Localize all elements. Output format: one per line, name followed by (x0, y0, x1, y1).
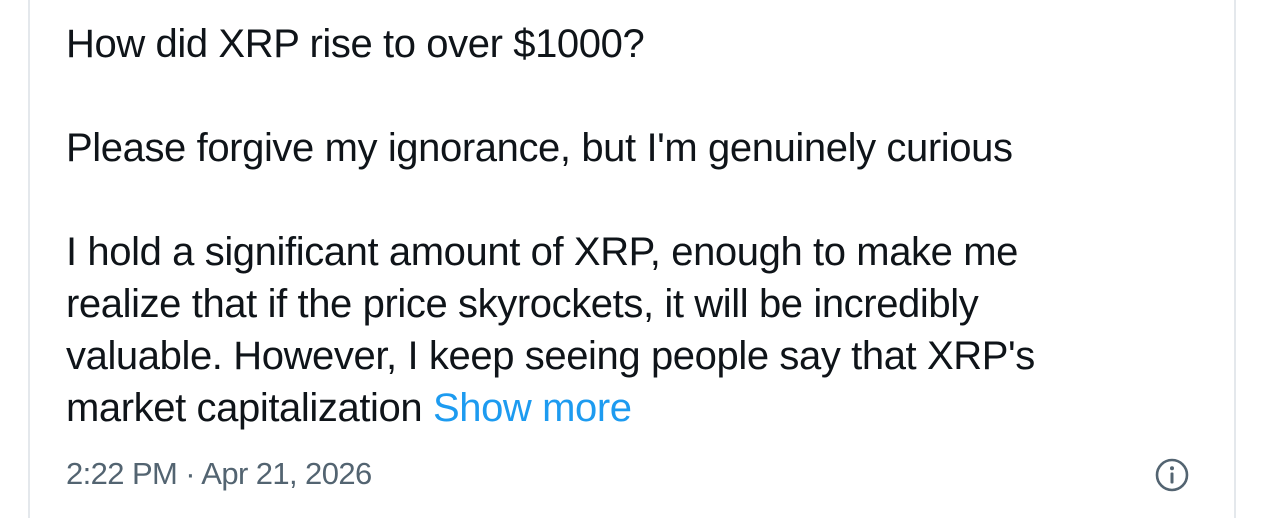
info-circle-icon[interactable] (1154, 457, 1190, 493)
tweet-body-paragraph: I hold a significant amount of XRP, enou… (66, 226, 1176, 434)
tweet-question: How did XRP rise to over $1000? (66, 22, 645, 66)
tweet-body-line: valuable. However, I keep seeing people … (66, 334, 1035, 378)
tweet-body-line: I hold a significant amount of XRP, enou… (66, 230, 1018, 274)
tweet-text: How did XRP rise to over $1000? Please f… (66, 18, 1176, 434)
tweet-timestamp[interactable]: 2:22 PM · Apr 21, 2026 (66, 454, 372, 494)
tweet-body-line: realize that if the price skyrockets, it… (66, 282, 979, 326)
tweet-body-line-text: market capitalization (66, 386, 423, 430)
tweet-apology: Please forgive my ignorance, but I'm gen… (66, 126, 1013, 170)
tweet-body-line-last: market capitalization Show more (66, 382, 1176, 434)
tweet-card: How did XRP rise to over $1000? Please f… (28, 0, 1236, 518)
show-more-link[interactable]: Show more (433, 386, 632, 430)
